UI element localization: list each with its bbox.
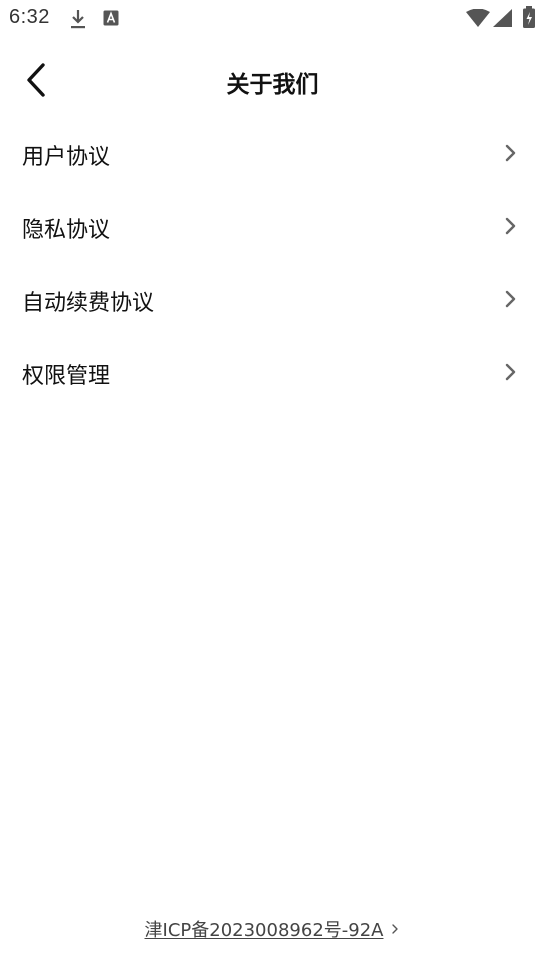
- menu-item-label: 权限管理: [22, 364, 111, 389]
- menu-item-privacy-agreement[interactable]: 隐私协议: [0, 190, 545, 263]
- battery-charging-icon: [523, 6, 535, 28]
- app-bar: 关于我们: [0, 44, 545, 116]
- menu-item-user-agreement[interactable]: 用户协议: [0, 117, 545, 190]
- chevron-right-icon: [505, 217, 516, 235]
- status-time: 6:32: [9, 6, 50, 28]
- menu-item-label: 隐私协议: [22, 218, 111, 243]
- text-a-icon: [103, 10, 119, 26]
- menu-item-auto-renewal-agreement[interactable]: 自动续费协议: [0, 263, 545, 336]
- chevron-right-icon: [392, 924, 399, 934]
- signal-icon: [493, 9, 512, 27]
- menu-list: 用户协议 隐私协议 自动续费协议 权限管理: [0, 117, 545, 409]
- footer: 津ICP备2023008962号-92A: [0, 916, 545, 942]
- chevron-right-icon: [505, 144, 516, 162]
- menu-item-label: 自动续费协议: [22, 291, 155, 316]
- icp-link[interactable]: 津ICP备2023008962号-92A: [145, 916, 384, 942]
- status-bar: 6:32: [0, 0, 545, 36]
- chevron-right-icon: [505, 363, 516, 381]
- menu-item-label: 用户协议: [22, 145, 111, 170]
- menu-item-permission-management[interactable]: 权限管理: [0, 336, 545, 409]
- page-title: 关于我们: [226, 72, 319, 98]
- chevron-right-icon: [505, 290, 516, 308]
- wifi-icon: [466, 9, 490, 27]
- download-icon: [71, 10, 85, 29]
